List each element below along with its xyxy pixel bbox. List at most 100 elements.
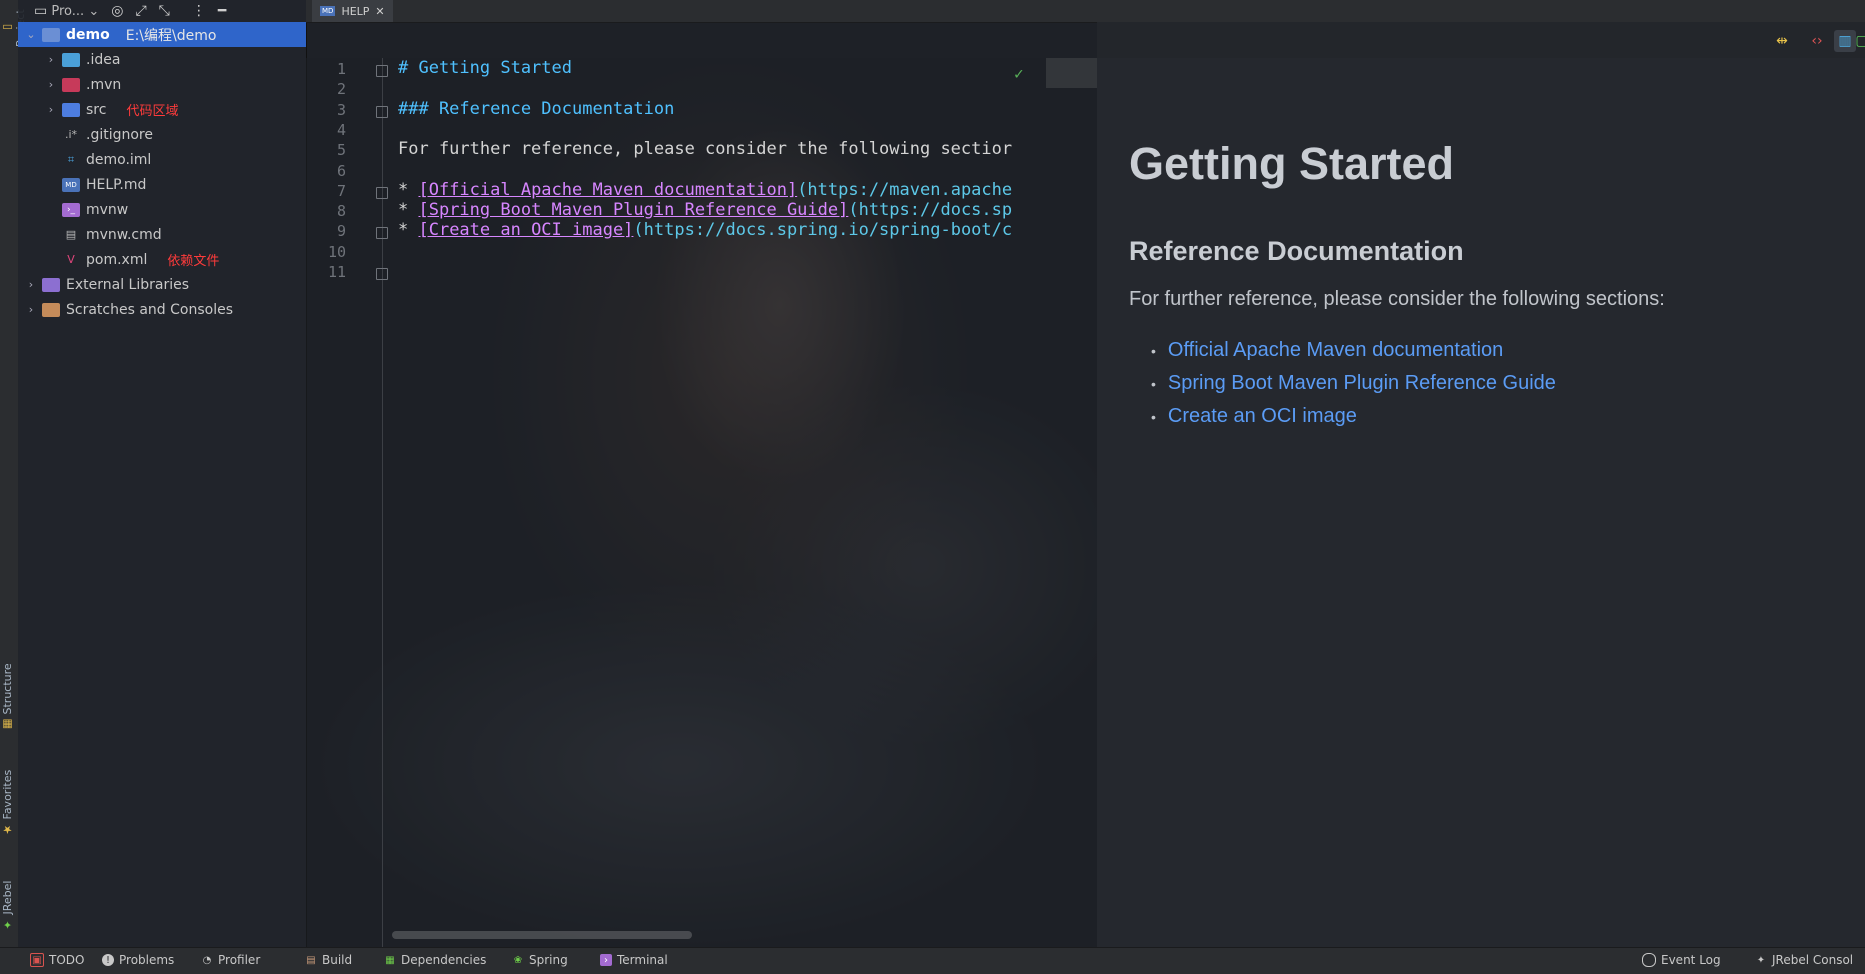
split-view-icon[interactable]: ▥ bbox=[1834, 30, 1856, 52]
dependencies-tool-tab[interactable]: ▦ Dependencies bbox=[384, 953, 486, 967]
build-icon: ▤ bbox=[306, 954, 316, 966]
code-line: * [Spring Boot Maven Plugin Reference Gu… bbox=[398, 200, 1012, 220]
spring-icon: ❀ bbox=[513, 954, 523, 966]
tab-help-md[interactable]: MD HELP ✕ bbox=[312, 0, 393, 22]
terminal-file-icon: ›_ bbox=[62, 202, 80, 217]
fold-marker-icon[interactable] bbox=[376, 65, 388, 77]
jrebel-console-tool-tab[interactable]: ✦ JRebel Consol bbox=[1755, 953, 1853, 967]
problems-label: Problems bbox=[119, 953, 175, 967]
expand-all-icon[interactable]: ⤢ bbox=[135, 3, 146, 19]
profiler-tool-tab[interactable]: ◔ Profiler bbox=[201, 953, 261, 967]
project-view-selector[interactable]: ▭ Pro... ⌄ bbox=[34, 3, 99, 19]
line-number: 11 bbox=[327, 263, 346, 281]
jrebel-console-icon: ✦ bbox=[1756, 954, 1766, 966]
markdown-link-url: (https://docs.spring.io/spring-boot/c bbox=[633, 220, 1013, 241]
spring-label: Spring bbox=[529, 953, 568, 967]
chevron-right-icon[interactable]: › bbox=[24, 278, 38, 291]
line-number: 9 bbox=[336, 222, 346, 241]
terminal-label: Terminal bbox=[617, 953, 668, 967]
tree-node[interactable]: MD HELP.md bbox=[18, 172, 306, 197]
tree-node[interactable]: › External Libraries bbox=[18, 272, 306, 297]
jrebel-console-label: JRebel Consol bbox=[1772, 953, 1854, 967]
chevron-right-icon[interactable]: › bbox=[44, 103, 58, 116]
tree-node[interactable]: › src 代码区域 bbox=[18, 97, 306, 122]
fold-marker-icon[interactable] bbox=[376, 105, 388, 118]
iml-file-icon: ⌗ bbox=[67, 152, 75, 166]
preview-link[interactable]: Spring Boot Maven Plugin Reference Guide bbox=[1168, 372, 1556, 395]
markdown-link-text[interactable]: [Create an OCI image] bbox=[418, 220, 633, 240]
markdown-link-text[interactable]: [Official Apache Maven documentation] bbox=[418, 180, 797, 200]
problems-tool-tab[interactable]: ! Problems bbox=[102, 953, 174, 967]
library-icon bbox=[42, 277, 60, 292]
chevron-down-icon: ⌄ bbox=[88, 4, 100, 19]
locate-icon[interactable]: ◎ bbox=[111, 3, 123, 19]
project-panel-header: ▭ Pro... ⌄ ◎ ⤢ ⤡ ⋮ ━ bbox=[18, 0, 306, 22]
project-tree: ⌄ demo E:\编程\demo › .idea › .mvn › src 代码区域 .i* .gi… bbox=[18, 22, 306, 322]
code-area[interactable]: # Getting Started ### Reference Documenta… bbox=[392, 58, 1052, 947]
tree-node[interactable]: › .mvn bbox=[18, 72, 306, 97]
chevron-right-icon[interactable]: › bbox=[44, 78, 58, 91]
markdown-text: For further reference, please consider t… bbox=[398, 139, 1013, 160]
collapse-all-icon[interactable]: ⤡ bbox=[159, 3, 170, 19]
hide-panel-icon[interactable]: ━ bbox=[218, 3, 226, 19]
terminal-tool-tab[interactable]: › Terminal bbox=[600, 953, 668, 967]
fold-marker-icon[interactable] bbox=[376, 268, 388, 280]
preview-link-item: • Spring Boot Maven Plugin Reference Guid… bbox=[1151, 367, 1556, 400]
chevron-down-icon[interactable]: ⌄ bbox=[24, 28, 38, 41]
build-tool-tab[interactable]: ▤ Build bbox=[305, 953, 352, 967]
code-editor[interactable]: 1 2 3 4 5 6 7 8 9 10 11 # Getting Started ### Refer… bbox=[306, 58, 1097, 947]
tree-node[interactable]: › Scratches and Consoles bbox=[18, 297, 306, 322]
horizontal-scrollbar[interactable] bbox=[392, 931, 692, 939]
tree-node[interactable]: › .idea bbox=[18, 47, 306, 72]
preview-link[interactable]: Official Apache Maven documentation bbox=[1168, 339, 1503, 362]
chevron-right-icon[interactable]: › bbox=[44, 53, 58, 66]
line-number: 5 bbox=[336, 141, 346, 160]
preview-link-item: • Create an OCI image bbox=[1151, 400, 1556, 433]
preview-only-icon[interactable]: ▢ bbox=[1855, 30, 1865, 52]
fold-marker-icon[interactable] bbox=[376, 227, 388, 240]
tree-node-label: demo.iml bbox=[86, 151, 152, 168]
cmd-file-icon: ▤ bbox=[65, 228, 77, 241]
chevron-right-icon[interactable]: › bbox=[24, 303, 38, 316]
tree-node-label: pom.xml bbox=[86, 251, 148, 268]
terminal-icon: › bbox=[600, 954, 612, 966]
folder-icon bbox=[62, 77, 80, 92]
todo-tool-tab[interactable]: ▣ TODO bbox=[30, 953, 84, 967]
tree-node[interactable]: Vpom.xml 依赖文件 bbox=[18, 247, 306, 272]
tree-node-label: mvnw.cmd bbox=[86, 226, 162, 243]
tree-node[interactable]: ▤ mvnw.cmd bbox=[18, 222, 306, 247]
line-number: 3 bbox=[336, 100, 346, 119]
line-number: 8 bbox=[336, 202, 346, 221]
markdown-toolbar: ⇹ ‹› ▥ ▢ bbox=[1097, 22, 1865, 58]
tree-node-path: E:\编程\demo bbox=[125, 27, 217, 44]
bottom-tool-bar: ▣ TODO ! Problems ◔ Profiler ▤ Build ▦ D… bbox=[0, 947, 1865, 974]
jrebel-tool-tab[interactable]: ✦ JRebel bbox=[1, 870, 17, 942]
editor-only-icon[interactable]: ‹› bbox=[1806, 30, 1828, 52]
scratch-icon bbox=[42, 302, 60, 317]
favorites-tool-tab[interactable]: ★ Favorites bbox=[1, 760, 17, 845]
spring-tool-tab[interactable]: ❀ Spring bbox=[512, 953, 568, 967]
markdown-link-url: (https://docs.sp bbox=[848, 200, 1013, 221]
structure-tool-tab[interactable]: ▦ Structure bbox=[1, 655, 17, 740]
code-line: ### Reference Documentation bbox=[398, 99, 674, 119]
project-view-icon: ▭ bbox=[34, 3, 48, 19]
tree-node[interactable]: .i* .gitignore bbox=[18, 122, 306, 147]
preview-link[interactable]: Create an OCI image bbox=[1168, 405, 1357, 428]
fold-marker-icon[interactable] bbox=[376, 186, 388, 199]
editor-and-preview-width-icon[interactable]: ⇹ bbox=[1771, 30, 1793, 52]
tree-node[interactable]: ⌗ demo.iml bbox=[18, 147, 306, 172]
more-options-icon[interactable]: ⋮ bbox=[192, 3, 206, 19]
project-tool-tab[interactable]: ▭ Project bbox=[1, 2, 27, 54]
tree-node[interactable]: ⌄ demo E:\编程\demo bbox=[18, 22, 306, 47]
todo-icon: ▣ bbox=[30, 953, 44, 967]
event-log-tool-tab[interactable]: Event Log bbox=[1642, 953, 1721, 967]
no-problems-check-icon[interactable]: ✓ bbox=[1014, 64, 1024, 83]
preview-link-list: • Official Apache Maven documentation • Spr… bbox=[1151, 334, 1556, 433]
preview-paragraph: For further reference, please consider t… bbox=[1129, 288, 1665, 310]
favorites-tool-label: Favorites bbox=[1, 769, 14, 820]
preview-heading-1: Getting Started bbox=[1129, 138, 1455, 189]
close-icon[interactable]: ✕ bbox=[375, 5, 384, 18]
markdown-link-text[interactable]: [Spring Boot Maven Plugin Reference Guid… bbox=[418, 200, 848, 220]
tree-node[interactable]: ›_ mvnw bbox=[18, 197, 306, 222]
tab-label: HELP bbox=[341, 4, 370, 18]
